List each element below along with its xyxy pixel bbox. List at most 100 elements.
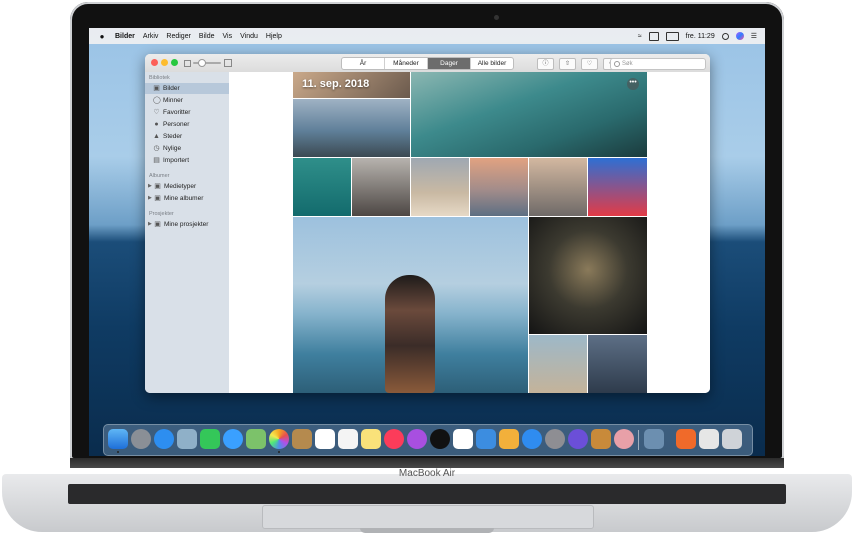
music-icon[interactable]: [384, 429, 404, 449]
wifi-icon[interactable]: ≈: [638, 33, 642, 40]
photo-tile[interactable]: [588, 158, 647, 216]
camera-icon: [494, 15, 499, 20]
pin-icon: ▲: [153, 133, 160, 140]
more-button[interactable]: •••: [627, 78, 639, 90]
disclosure-triangle-icon[interactable]: ▶: [148, 181, 152, 192]
sidebar-item-personer[interactable]: ● Personer: [145, 119, 229, 130]
system-preferences-icon[interactable]: [545, 429, 565, 449]
sidebar-item-medietyper[interactable]: ▶ ▣ Medietyper: [145, 181, 229, 192]
contacts-icon[interactable]: [292, 429, 312, 449]
disclosure-triangle-icon[interactable]: ▶: [148, 193, 152, 204]
sidebar-item-bilder[interactable]: ▣ Bilder: [145, 83, 229, 94]
minimize-button[interactable]: [161, 59, 168, 66]
sidebar-item-label: Steder: [163, 133, 183, 140]
sidebar-item-mine-albumer[interactable]: ▶ ▣ Mine albumer: [145, 193, 229, 204]
photos-window: År Måneder Dager Alle bilder ⓘ ⇧ ♡ ↺ Søk…: [145, 54, 710, 393]
podcasts-icon[interactable]: [407, 429, 427, 449]
numbers-icon[interactable]: [453, 429, 473, 449]
folder-icon: ▣: [154, 195, 161, 202]
facetime-icon[interactable]: [200, 429, 220, 449]
photos-app-icon[interactable]: [269, 429, 289, 449]
sidebar-item-label: Mine albumer: [164, 195, 204, 202]
photo-tile[interactable]: [470, 158, 528, 216]
share-button[interactable]: ⇧: [559, 58, 576, 70]
preview-icon[interactable]: [644, 429, 664, 449]
sidebar-item-minner[interactable]: ◯ Minner: [145, 95, 229, 106]
menu-vis[interactable]: Vis: [223, 33, 233, 40]
sidebar-item-steder[interactable]: ▲ Steder: [145, 131, 229, 142]
photo-grid: ••• 11. sep. 2018: [293, 72, 647, 393]
sidebar: Bibliotek ▣ Bilder ◯ Minner ♡ Favoritter…: [145, 72, 229, 393]
window-toolbar: År Måneder Dager Alle bilder ⓘ ⇧ ♡ ↺ Søk: [145, 54, 710, 73]
photos-icon: ▣: [153, 85, 160, 92]
photo-tile[interactable]: [529, 217, 647, 334]
tab-ar[interactable]: År: [342, 58, 385, 69]
menu-hjelp[interactable]: Hjelp: [266, 33, 282, 40]
photo-tile[interactable]: [293, 158, 351, 216]
sidebar-item-importert[interactable]: ▤ Importert: [145, 155, 229, 166]
disclosure-triangle-icon[interactable]: ▶: [148, 219, 152, 230]
reminders-icon[interactable]: [338, 429, 358, 449]
fullscreen-button[interactable]: [171, 59, 178, 66]
person-icon: ●: [154, 121, 159, 128]
zoom-out-icon: [184, 60, 191, 67]
menu-arkiv[interactable]: Arkiv: [143, 33, 159, 40]
search-input[interactable]: Søk: [610, 58, 706, 70]
launchpad-icon[interactable]: [131, 429, 151, 449]
close-button[interactable]: [151, 59, 158, 66]
safari-icon[interactable]: [154, 429, 174, 449]
messages-icon[interactable]: [223, 429, 243, 449]
photo-tile[interactable]: [588, 335, 647, 393]
photo-tile[interactable]: [529, 158, 587, 216]
tab-maneder[interactable]: Måneder: [385, 58, 428, 69]
pages-icon[interactable]: [499, 429, 519, 449]
menu-bilde[interactable]: Bilde: [199, 33, 215, 40]
photo-tile[interactable]: •••: [411, 72, 647, 157]
spotlight-icon[interactable]: [721, 32, 729, 40]
garageband-icon[interactable]: [591, 429, 611, 449]
photo-tile[interactable]: [411, 158, 469, 216]
sidebar-item-nylige[interactable]: ◷ Nylige: [145, 143, 229, 154]
finder-icon[interactable]: [108, 429, 128, 449]
heart-icon: ♡: [153, 109, 160, 116]
sidebar-heading-library: Bibliotek: [149, 75, 170, 81]
zoom-in-icon: [224, 59, 232, 67]
trash-icon[interactable]: [722, 429, 742, 449]
menubar-clock[interactable]: fre. 11:29: [686, 33, 715, 40]
sidebar-item-label: Bilder: [163, 85, 180, 92]
downloads-folder-icon[interactable]: [676, 429, 696, 449]
keynote-icon[interactable]: [476, 429, 496, 449]
tab-dager[interactable]: Dager: [428, 58, 471, 69]
documents-stack-icon[interactable]: [699, 429, 719, 449]
menu-rediger[interactable]: Rediger: [166, 33, 191, 40]
menu-vindu[interactable]: Vindu: [240, 33, 258, 40]
sidebar-item-mine-prosjekter[interactable]: ▶ ▣ Mine prosjekter: [145, 219, 229, 230]
tv-icon[interactable]: [430, 429, 450, 449]
imovie-icon[interactable]: [568, 429, 588, 449]
photo-tile[interactable]: [352, 158, 410, 216]
zoom-slider-knob[interactable]: [198, 59, 206, 67]
calendar-icon[interactable]: [315, 429, 335, 449]
airplay-icon[interactable]: [648, 31, 659, 41]
photo-tile[interactable]: [293, 217, 528, 393]
mail-icon[interactable]: [177, 429, 197, 449]
screen: ● Bilder Arkiv Rediger Bilde Vis Vindu H…: [89, 28, 765, 456]
siri-icon[interactable]: [735, 32, 744, 40]
notification-center-icon[interactable]: ☰: [751, 32, 757, 40]
maps-icon[interactable]: [246, 429, 266, 449]
photo-tile[interactable]: [293, 99, 410, 157]
photo-tile[interactable]: [529, 335, 587, 393]
sidebar-item-favoritter[interactable]: ♡ Favoritter: [145, 107, 229, 118]
search-placeholder: Søk: [622, 61, 633, 67]
photo-booth-icon[interactable]: [614, 429, 634, 449]
app-store-icon[interactable]: [522, 429, 542, 449]
menu-app-name[interactable]: Bilder: [115, 33, 135, 40]
battery-icon[interactable]: [665, 31, 679, 41]
info-button[interactable]: ⓘ: [537, 58, 554, 70]
model-label: MacBook Air: [398, 468, 456, 479]
favorite-button[interactable]: ♡: [581, 58, 598, 70]
tab-alle-bilder[interactable]: Alle bilder: [471, 58, 513, 69]
notes-icon[interactable]: [361, 429, 381, 449]
apple-menu-icon[interactable]: ●: [97, 32, 107, 41]
running-indicator: [117, 451, 119, 453]
